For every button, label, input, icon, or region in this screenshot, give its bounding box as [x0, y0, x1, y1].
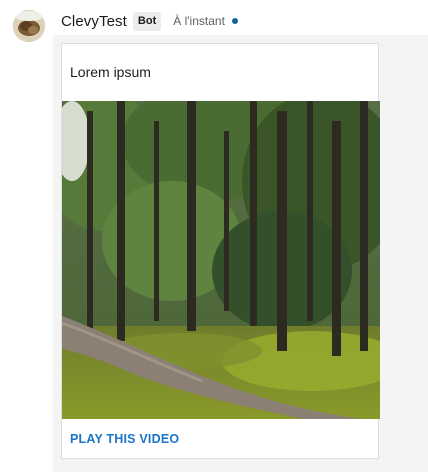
- timestamp[interactable]: À l'instant: [173, 14, 225, 28]
- media-card: Lorem ipsum PLAY THIS VIDEO: [61, 43, 380, 459]
- sender-name[interactable]: ClevyTest: [61, 13, 127, 30]
- forest-path-photo-icon: [62, 101, 380, 419]
- bot-badge: Bot: [132, 11, 162, 31]
- message-header: ClevyTest Bot À l'instant: [61, 10, 238, 32]
- avatar-image-icon: [13, 10, 45, 42]
- chat-message: ClevyTest Bot À l'instant Lorem ipsum PL…: [0, 0, 428, 472]
- card-image[interactable]: [62, 101, 380, 419]
- status-dot-icon: [231, 18, 238, 24]
- card-text: Lorem ipsum: [70, 64, 151, 80]
- play-video-link[interactable]: PLAY THIS VIDEO: [70, 432, 179, 446]
- avatar[interactable]: [13, 10, 45, 42]
